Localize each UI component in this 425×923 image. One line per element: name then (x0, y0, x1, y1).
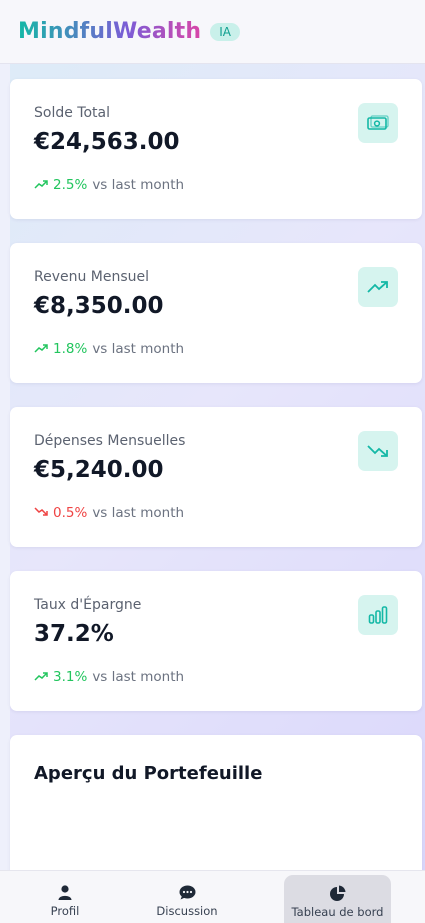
chat-bubble-icon (179, 885, 195, 900)
metric-change: 0.5% vs last month (34, 505, 184, 521)
banknote-icon (358, 103, 398, 143)
trend-down-arrow-icon (34, 506, 48, 521)
metric-card-monthly-expenses: Dépenses Mensuelles €5,240.00 0.5% vs la… (10, 407, 422, 547)
nav-label: Profil (50, 904, 80, 918)
nav-label: Tableau de bord (291, 905, 384, 919)
metric-change-suffix: vs last month (92, 505, 185, 521)
metric-change-suffix: vs last month (92, 341, 185, 357)
bottom-navigation: Profil Discussion Tableau de bord (0, 870, 425, 923)
nav-item-profile[interactable]: Profil (20, 875, 110, 923)
metric-change-suffix: vs last month (92, 177, 185, 193)
app-header: MindfulWealth IA (0, 0, 425, 64)
metric-change-percent: 1.8% (53, 341, 88, 357)
nav-label: Discussion (156, 904, 218, 918)
user-icon (58, 885, 72, 900)
nav-item-dashboard[interactable]: Tableau de bord (284, 875, 391, 923)
portfolio-overview-card: Aperçu du Portefeuille (10, 735, 422, 885)
metric-label: Solde Total (34, 105, 110, 121)
portfolio-title: Aperçu du Portefeuille (34, 763, 263, 784)
metric-label: Dépenses Mensuelles (34, 433, 186, 449)
metric-card-total-balance: Solde Total €24,563.00 2.5% vs last mont… (10, 79, 422, 219)
metric-change-percent: 3.1% (53, 669, 88, 685)
app-logo[interactable]: MindfulWealth (18, 19, 201, 44)
metric-card-savings-rate: Taux d'Épargne 37.2% 3.1% vs last month (10, 571, 422, 711)
nav-item-discussion[interactable]: Discussion (142, 875, 232, 923)
pie-chart-icon (329, 885, 345, 901)
left-rail (0, 64, 10, 874)
metric-change-percent: 0.5% (53, 505, 88, 521)
trend-up-arrow-icon (34, 342, 48, 357)
metric-change-percent: 2.5% (53, 177, 88, 193)
metric-value: €24,563.00 (34, 129, 180, 155)
trend-up-arrow-icon (34, 670, 48, 685)
trending-down-icon (358, 431, 398, 471)
trending-up-icon (358, 267, 398, 307)
metric-label: Revenu Mensuel (34, 269, 150, 285)
metric-label: Taux d'Épargne (34, 597, 142, 613)
metric-change: 1.8% vs last month (34, 341, 184, 357)
metric-change: 3.1% vs last month (34, 669, 184, 685)
metric-value: €8,350.00 (34, 293, 164, 319)
metric-card-monthly-income: Revenu Mensuel €8,350.00 1.8% vs last mo… (10, 243, 422, 383)
metric-value: 37.2% (34, 621, 114, 647)
bar-chart-icon (358, 595, 398, 635)
metric-value: €5,240.00 (34, 457, 164, 483)
metric-change-suffix: vs last month (92, 669, 185, 685)
metric-change: 2.5% vs last month (34, 177, 184, 193)
ai-badge: IA (210, 22, 240, 41)
trend-up-arrow-icon (34, 178, 48, 193)
